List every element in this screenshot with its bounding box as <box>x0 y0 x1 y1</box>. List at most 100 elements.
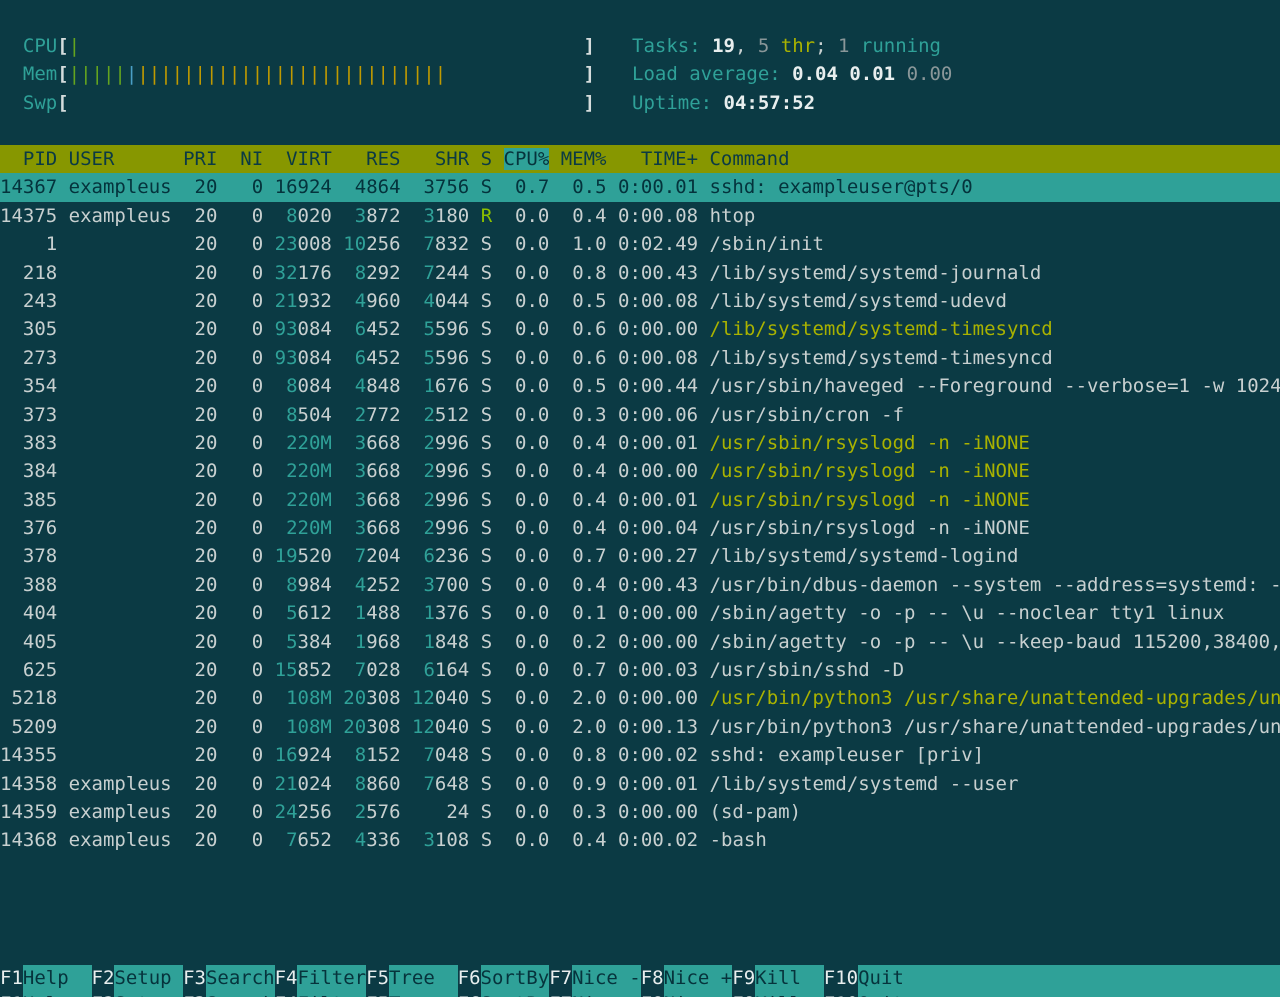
fkey-f6-sortby[interactable]: SortBy <box>481 965 550 991</box>
res-cell-pad <box>343 574 354 596</box>
fkey-f10-quit[interactable]: Quit <box>858 991 904 997</box>
fkey-f3-search[interactable]: Search <box>206 991 275 997</box>
fkey-f5-key[interactable]: F5 <box>366 965 389 991</box>
column-header-user[interactable]: USER <box>69 148 172 170</box>
process-row[interactable]: 5209 20 0 108M 20308 12040 S 0.0 2.0 0:0… <box>0 713 1280 741</box>
fkey-f2-key[interactable]: F2 <box>92 991 115 997</box>
res-cell-pad <box>343 347 354 369</box>
column-header-ni[interactable]: NI <box>229 148 263 170</box>
column-header-time[interactable]: TIME+ <box>618 148 698 170</box>
process-row[interactable]: 385 20 0 220M 3668 2996 S 0.0 0.4 0:00.0… <box>0 486 1280 514</box>
column-header-virt[interactable]: VIRT <box>275 148 332 170</box>
ni-cell: 0 <box>229 574 263 596</box>
mem-percent-cell: 0.4 <box>561 432 607 454</box>
fkey-f1-help[interactable]: Help <box>23 965 92 991</box>
pri-cell: 20 <box>183 460 217 482</box>
indent <box>0 63 23 85</box>
process-row[interactable]: 354 20 0 8084 4848 1676 S 0.0 0.5 0:00.4… <box>0 372 1280 400</box>
fkey-f10-key[interactable]: F10 <box>824 965 858 991</box>
command-cell: -bash <box>710 829 767 851</box>
pid-cell: 5209 <box>0 716 57 738</box>
fkey-f8-nice[interactable]: Nice + <box>664 991 733 997</box>
fkey-f6-sortby[interactable]: SortBy <box>481 991 550 997</box>
res-cell: 968 <box>366 631 400 653</box>
column-header-pri[interactable]: PRI <box>183 148 217 170</box>
process-row[interactable]: 388 20 0 8984 4252 3700 S 0.0 0.4 0:00.4… <box>0 571 1280 599</box>
fkey-f5-tree[interactable]: Tree <box>389 965 458 991</box>
process-row[interactable]: 404 20 0 5612 1488 1376 S 0.0 0.1 0:00.0… <box>0 599 1280 627</box>
fkey-f7-nice[interactable]: Nice - <box>572 965 641 991</box>
fkey-f10-quit[interactable]: Quit <box>858 965 904 991</box>
shr-cell-hi: 1 <box>423 375 434 397</box>
fkey-f1-key[interactable]: F1 <box>0 965 23 991</box>
fkey-f9-kill[interactable]: Kill <box>755 965 824 991</box>
fkey-f6-key[interactable]: F6 <box>458 965 481 991</box>
fkey-f9-key[interactable]: F9 <box>732 965 755 991</box>
fkey-f4-filter[interactable]: Filter <box>297 991 366 997</box>
shr-cell-hi: 2 <box>423 404 434 426</box>
fkey-f5-tree[interactable]: Tree <box>389 991 458 997</box>
fkey-f9-key[interactable]: F9 <box>732 991 755 997</box>
column-header-shr[interactable]: SHR <box>412 148 469 170</box>
column-header-pid[interactable]: PID <box>0 148 57 170</box>
column-header-res[interactable]: RES <box>343 148 400 170</box>
fkey-f8-key[interactable]: F8 <box>641 991 664 997</box>
process-row[interactable]: 405 20 0 5384 1968 1848 S 0.0 0.2 0:00.0… <box>0 628 1280 656</box>
process-row[interactable]: 243 20 0 21932 4960 4044 S 0.0 0.5 0:00.… <box>0 287 1280 315</box>
fkey-f4-filter[interactable]: Filter <box>297 965 366 991</box>
fkey-f7-nice[interactable]: Nice - <box>572 991 641 997</box>
shr-cell-hi: 7 <box>423 744 434 766</box>
fkey-f6-key[interactable]: F6 <box>458 991 481 997</box>
user-cell <box>69 347 172 369</box>
process-row[interactable]: 378 20 0 19520 7204 6236 S 0.0 0.7 0:00.… <box>0 542 1280 570</box>
fkey-f7-key[interactable]: F7 <box>549 991 572 997</box>
column-header-mem[interactable]: MEM% <box>561 148 607 170</box>
fkey-f9-kill[interactable]: Kill <box>755 991 824 997</box>
fkey-f5-key[interactable]: F5 <box>366 991 389 997</box>
column-header-cpu[interactable]: CPU% <box>504 148 550 170</box>
fkey-f7-key[interactable]: F7 <box>549 965 572 991</box>
process-row[interactable]: 14358 exampleus 20 0 21024 8860 7648 S 0… <box>0 770 1280 798</box>
process-row[interactable]: 625 20 0 15852 7028 6164 S 0.0 0.7 0:00.… <box>0 656 1280 684</box>
process-row[interactable]: 376 20 0 220M 3668 2996 S 0.0 0.4 0:00.0… <box>0 514 1280 542</box>
process-row[interactable]: 14367 exampleus 20 0 16924 4864 3756 S 0… <box>0 173 1280 201</box>
user-cell <box>69 716 172 738</box>
shr-cell-hi: 2 <box>423 432 434 454</box>
process-row[interactable]: 14375 exampleus 20 0 8020 3872 3180 R 0.… <box>0 202 1280 230</box>
fkey-f8-nice[interactable]: Nice + <box>664 965 733 991</box>
virt-cell: 924 <box>298 744 332 766</box>
mem-percent-cell: 0.1 <box>561 602 607 624</box>
process-row[interactable]: 218 20 0 32176 8292 7244 S 0.0 0.8 0:00.… <box>0 259 1280 287</box>
process-row[interactable]: 1 20 0 23008 10256 7832 S 0.0 1.0 0:02.4… <box>0 230 1280 258</box>
process-row[interactable]: 14368 exampleus 20 0 7652 4336 3108 S 0.… <box>0 826 1280 854</box>
process-row[interactable]: 305 20 0 93084 6452 5596 S 0.0 0.6 0:00.… <box>0 315 1280 343</box>
shr-cell-pad <box>412 404 423 426</box>
shr-cell-pad <box>412 744 423 766</box>
column-header-command[interactable]: Command <box>709 148 789 170</box>
fkey-f2-key[interactable]: F2 <box>92 965 115 991</box>
fkey-f2-setup[interactable]: Setup <box>114 991 183 997</box>
process-row[interactable]: 14359 exampleus 20 0 24256 2576 24 S 0.0… <box>0 798 1280 826</box>
fkey-f2-setup[interactable]: Setup <box>114 965 183 991</box>
fkey-f4-key[interactable]: F4 <box>275 965 298 991</box>
fkey-f3-key[interactable]: F3 <box>183 965 206 991</box>
virt-cell-hi: 220M <box>286 489 332 511</box>
fkey-f3-key[interactable]: F3 <box>183 991 206 997</box>
fkey-f3-search[interactable]: Search <box>206 965 275 991</box>
pri-cell: 20 <box>183 829 217 851</box>
fkey-f8-key[interactable]: F8 <box>641 965 664 991</box>
process-row[interactable]: 373 20 0 8504 2772 2512 S 0.0 0.3 0:00.0… <box>0 401 1280 429</box>
pri-cell: 20 <box>183 545 217 567</box>
fkey-f1-help[interactable]: Help <box>23 991 92 997</box>
process-row[interactable]: 384 20 0 220M 3668 2996 S 0.0 0.4 0:00.0… <box>0 457 1280 485</box>
process-row[interactable]: 5218 20 0 108M 20308 12040 S 0.0 2.0 0:0… <box>0 684 1280 712</box>
process-row[interactable]: 383 20 0 220M 3668 2996 S 0.0 0.4 0:00.0… <box>0 429 1280 457</box>
process-row[interactable]: 14355 20 0 16924 8152 7048 S 0.0 0.8 0:0… <box>0 741 1280 769</box>
column-header-s[interactable]: S <box>481 148 492 170</box>
res-cell-pad <box>343 432 354 454</box>
fkey-f4-key[interactable]: F4 <box>275 991 298 997</box>
process-row[interactable]: 273 20 0 93084 6452 5596 S 0.0 0.6 0:00.… <box>0 344 1280 372</box>
pri-cell: 20 <box>183 659 217 681</box>
fkey-f1-key[interactable]: F1 <box>0 991 23 997</box>
fkey-f10-key[interactable]: F10 <box>824 991 858 997</box>
